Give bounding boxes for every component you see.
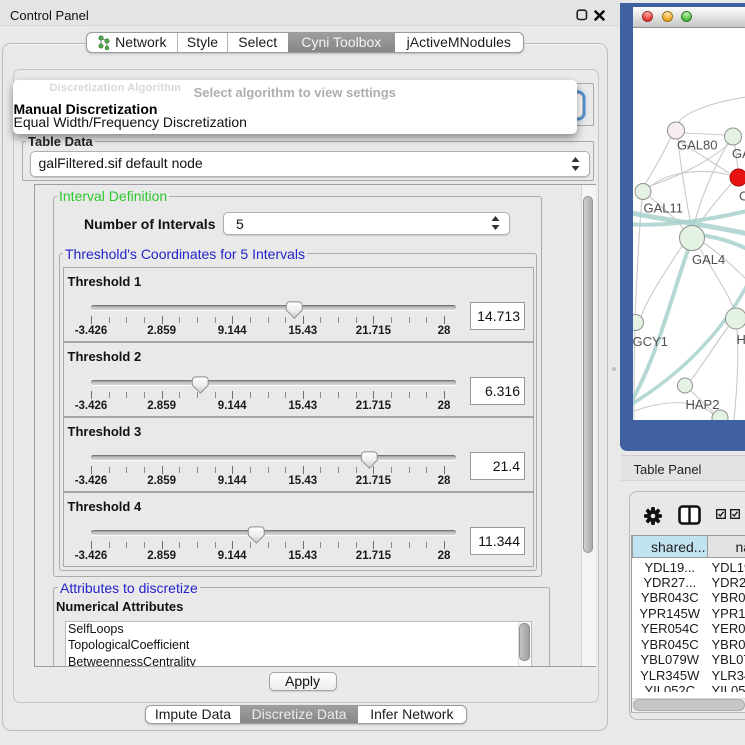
svg-text:GAL80: GAL80: [677, 137, 717, 152]
svg-text:GCY1: GCY1: [633, 334, 668, 349]
svg-text:HAP2: HAP2: [685, 397, 719, 412]
svg-text:GAL4: GAL4: [692, 252, 725, 267]
svg-text:GA: GA: [732, 146, 745, 161]
svg-text:H: H: [736, 332, 745, 347]
svg-text:C: C: [739, 188, 745, 203]
svg-text:GAL11: GAL11: [643, 200, 683, 215]
